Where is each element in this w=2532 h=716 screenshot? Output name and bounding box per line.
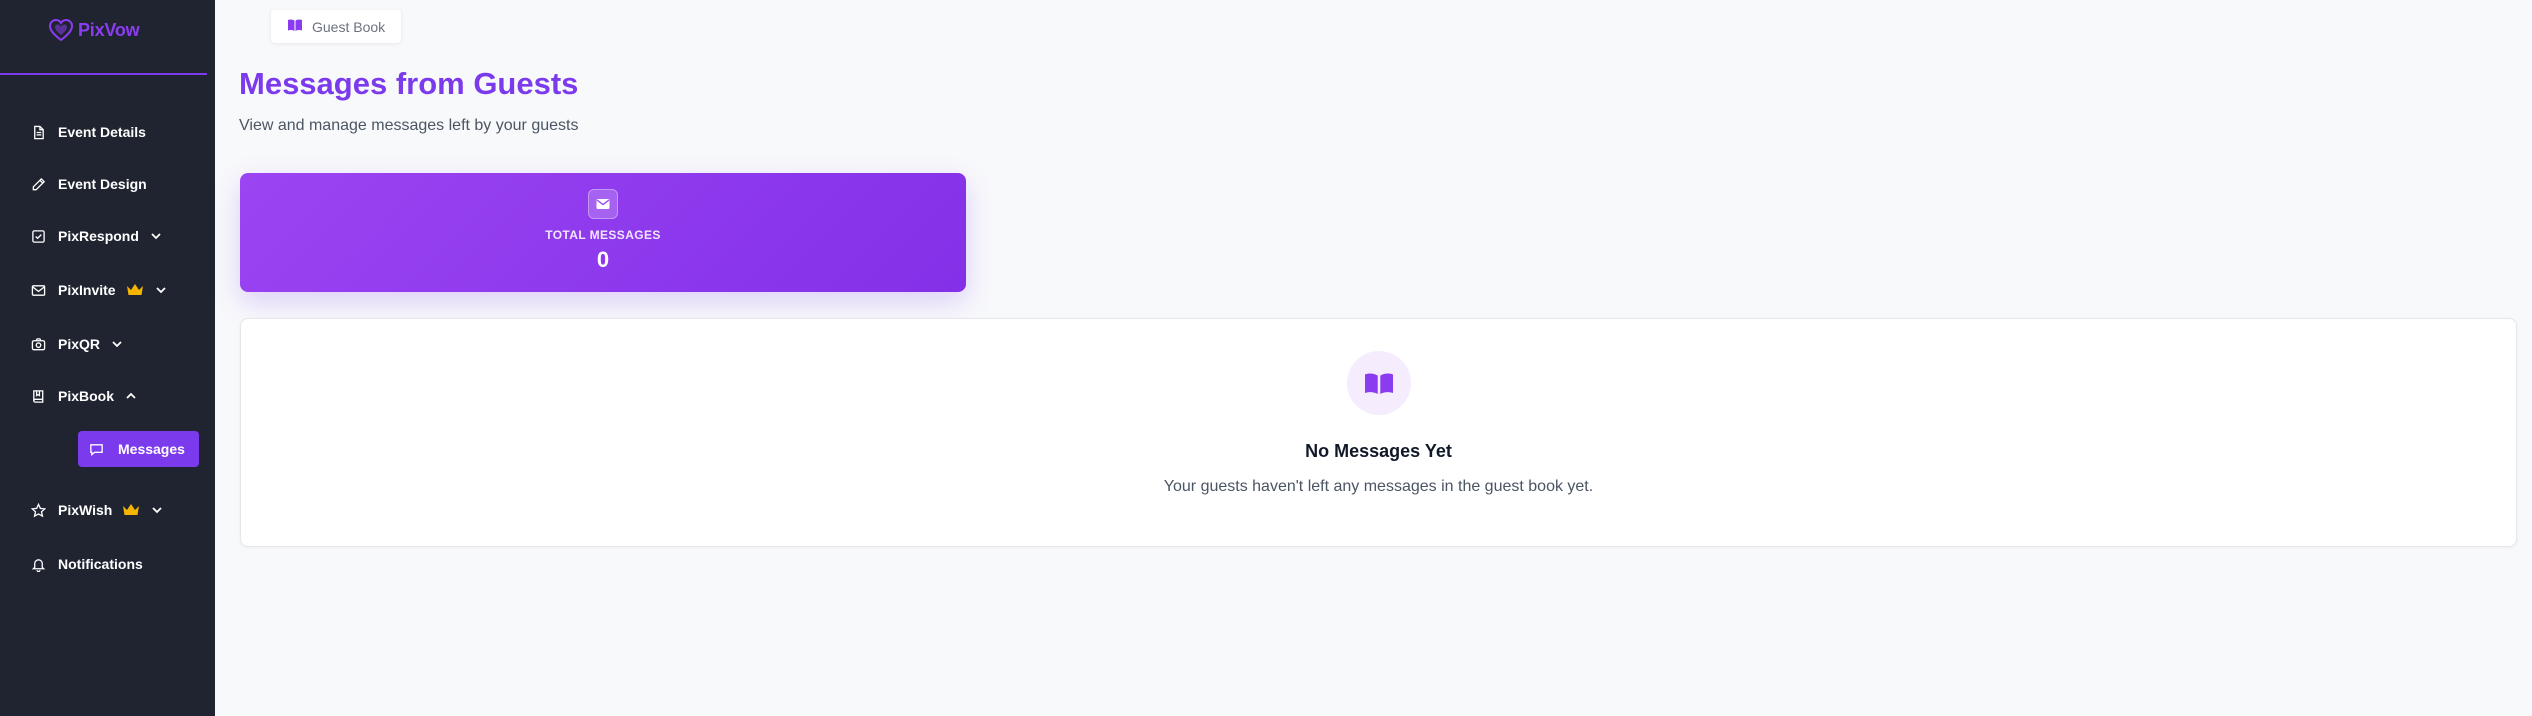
book-open-icon [1347,351,1411,415]
heart-logo-icon [48,18,74,42]
chevron-down-icon[interactable] [150,503,164,517]
bell-icon [30,556,46,572]
page-subtitle: View and manage messages left by your gu… [239,117,579,134]
chevron-down-icon[interactable] [154,283,168,297]
chevron-down-icon[interactable] [110,337,124,351]
sidebar-item-label: PixRespond [58,228,139,244]
sidebar-item-pixwish[interactable]: PixWish [30,498,164,522]
document-icon [30,124,46,140]
chevron-up-icon[interactable] [124,389,138,403]
sidebar-item-label: Notifications [58,556,143,572]
sidebar-item-notifications[interactable]: Notifications [30,552,143,576]
sidebar-divider [0,73,207,75]
mail-icon [30,282,46,298]
sidebar-item-label: PixWish [58,502,113,518]
book-open-icon [287,18,303,35]
breadcrumb[interactable]: Guest Book [271,10,402,43]
messages-empty-state: No Messages Yet Your guests haven't left… [240,318,2517,547]
stat-value: 0 [596,247,610,272]
sidebar-item-label: PixInvite [58,282,116,298]
sidebar-item-pixbook[interactable]: PixBook [30,384,138,408]
brand-logo[interactable]: PixVow [48,18,140,42]
brand-name: PixVow [78,19,140,40]
empty-state-title: No Messages Yet [1305,441,1452,461]
total-messages-card: TOTAL MESSAGES 0 [240,173,966,292]
sidebar-item-label: Event Details [58,124,146,140]
checkbox-icon [30,228,46,244]
sidebar-item-event-details[interactable]: Event Details [30,120,146,144]
sidebar-item-pixinvite[interactable]: PixInvite [30,278,168,302]
book-icon [30,388,46,404]
stat-label: TOTAL MESSAGES [545,228,661,242]
mail-icon [588,189,618,219]
sidebar-item-pixrespond[interactable]: PixRespond [30,224,163,248]
sidebar-subitem-messages[interactable]: Messages [78,431,199,467]
sidebar-item-label: PixBook [58,388,115,404]
sidebar-item-event-design[interactable]: Event Design [30,172,147,196]
chevron-down-icon[interactable] [149,229,163,243]
sidebar-subitem-label: Messages [118,441,185,457]
crown-icon [122,503,140,517]
empty-state-message: Your guests haven't left any messages in… [1163,478,1594,495]
breadcrumb-label: Guest Book [312,18,386,35]
sidebar-item-label: PixQR [58,336,101,352]
pen-icon [30,176,46,192]
sidebar-item-label: Event Design [58,176,147,192]
camera-icon [30,336,46,352]
page-title: Messages from Guests [239,66,579,101]
sidebar: PixVow Event Details Event Design PixRes… [0,0,215,716]
sidebar-item-pixqr[interactable]: PixQR [30,332,124,356]
star-icon [30,502,46,518]
crown-icon [126,283,144,297]
message-icon [88,441,104,457]
